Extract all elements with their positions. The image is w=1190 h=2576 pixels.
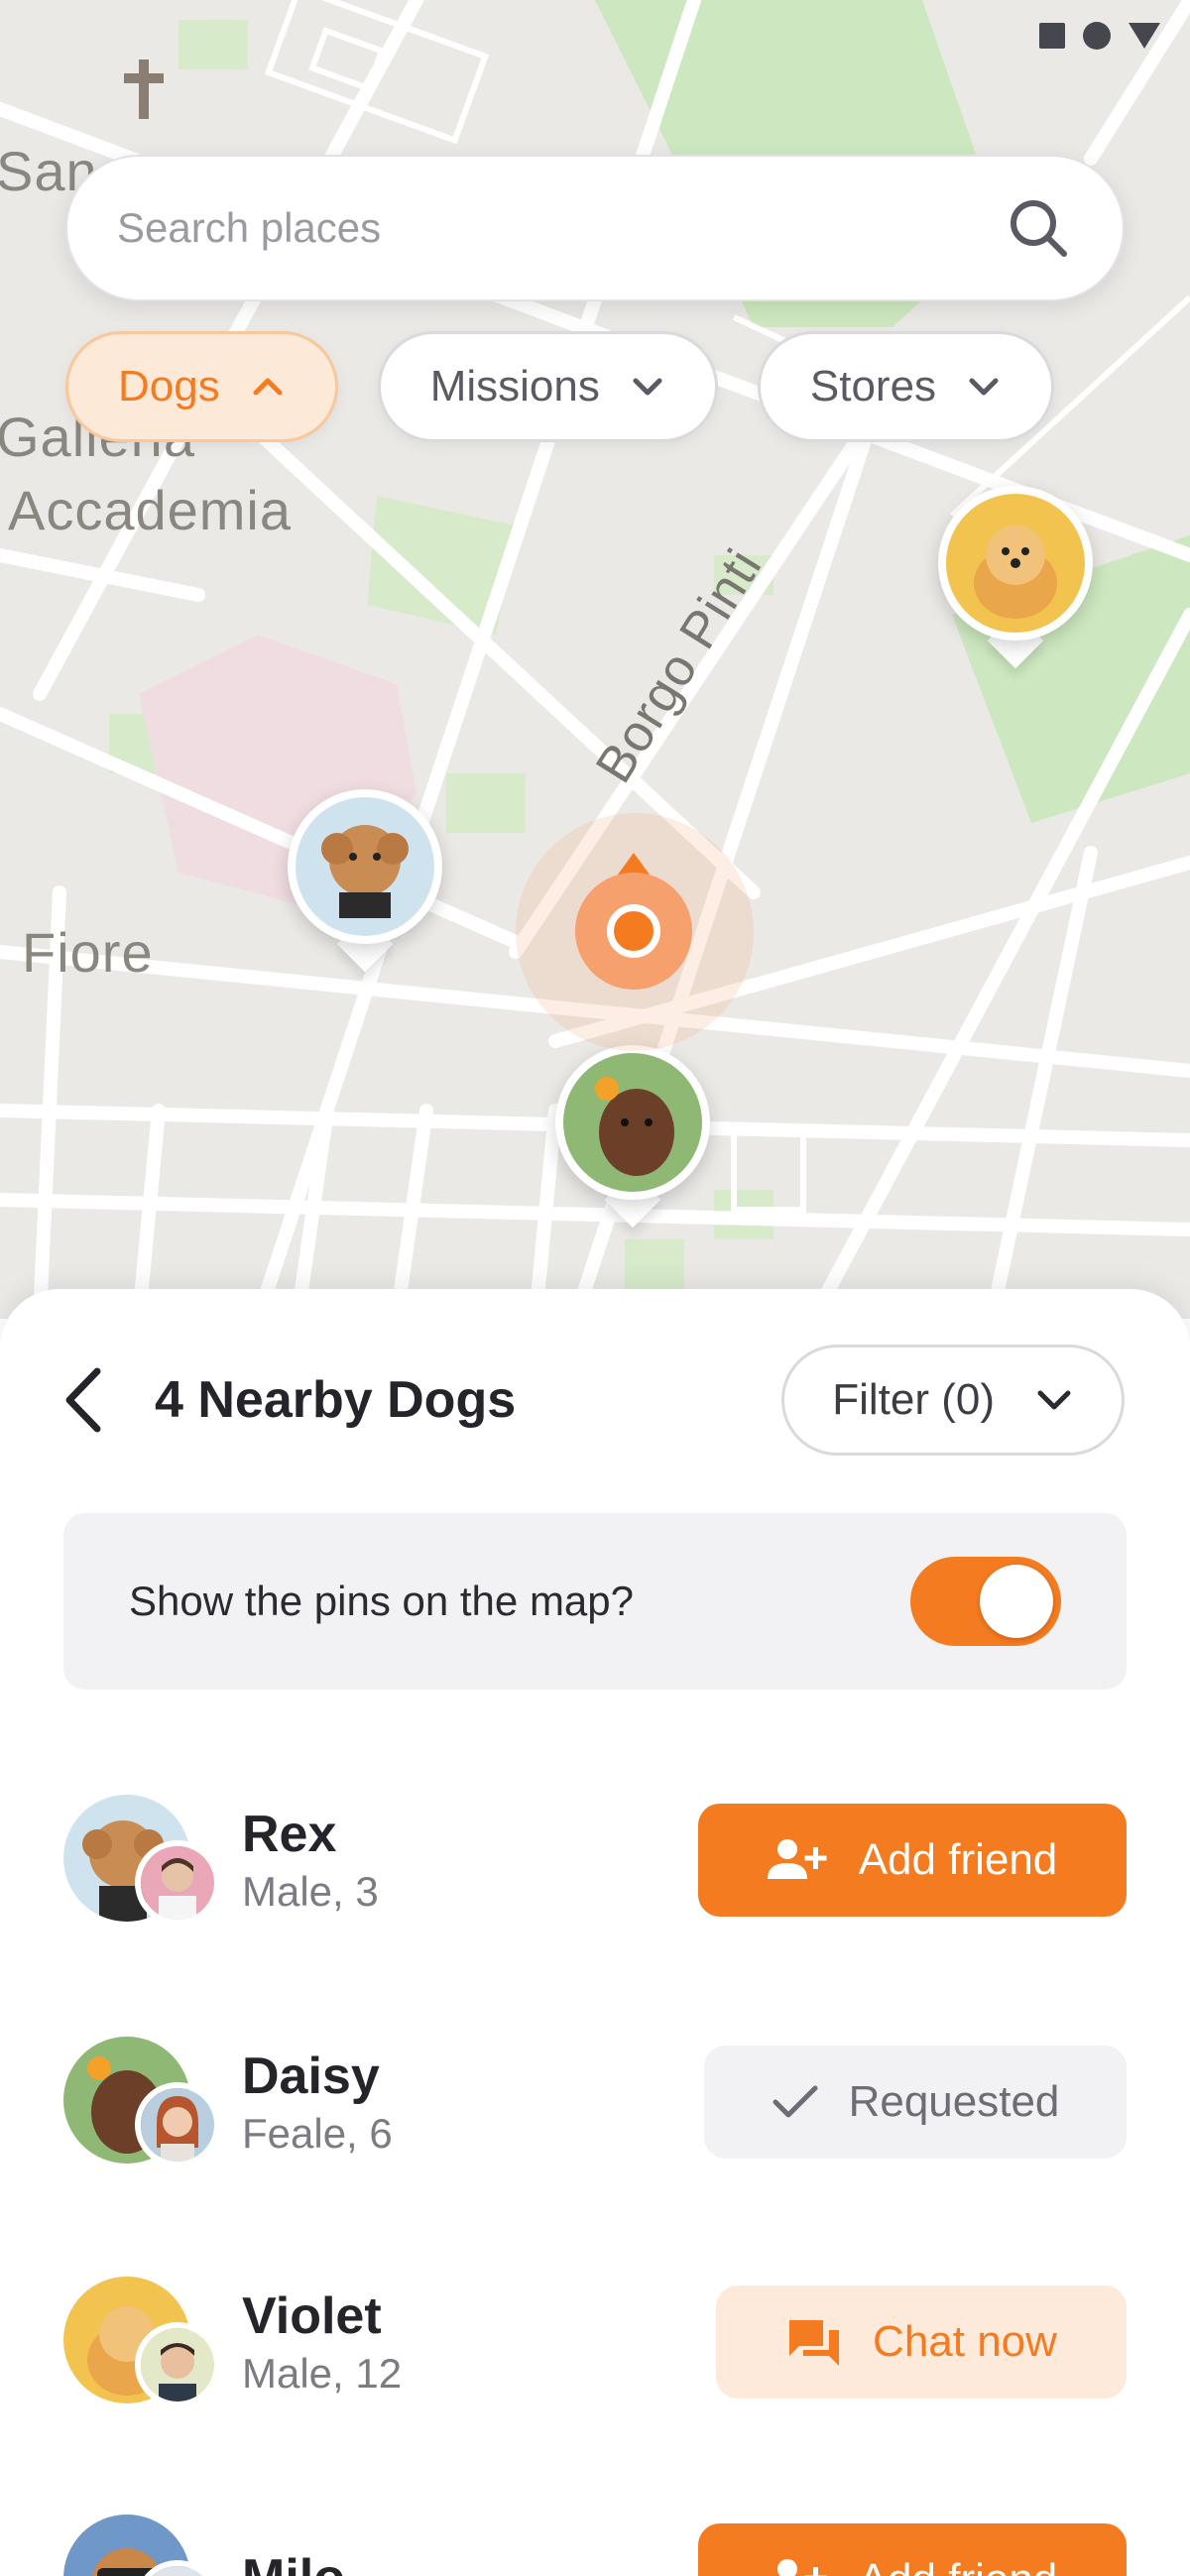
status-icons — [1039, 22, 1160, 50]
dog-photo-icon — [296, 797, 434, 936]
owner-avatar — [135, 2082, 220, 2167]
map-pin-violet[interactable] — [938, 486, 1093, 674]
list-item[interactable]: Rex Male, 3 Add friend — [63, 1791, 1127, 1930]
owner-avatar — [135, 2322, 220, 2407]
add-person-icon — [776, 2559, 827, 2576]
dog-info: Rex Male, 3 — [242, 1805, 698, 1916]
heading-arrow-icon — [618, 853, 650, 875]
chip-missions[interactable]: Missions — [377, 331, 718, 442]
map-view[interactable]: San Galleria Accademia Fiore Borgo Pinti… — [0, 0, 1190, 1319]
dog-photo-icon — [946, 494, 1085, 633]
list-item[interactable]: Milo Add friend — [63, 2511, 1127, 2576]
avatar-group — [63, 2511, 222, 2576]
show-pins-row: Show the pins on the map? — [63, 1513, 1127, 1690]
chip-stores[interactable]: Stores — [757, 331, 1055, 442]
map-pin-rex[interactable] — [288, 789, 442, 978]
dog-info: Violet Male, 12 — [242, 2286, 716, 2398]
chip-label: Stores — [809, 362, 937, 410]
dog-name: Daisy — [242, 2048, 380, 2105]
dog-meta: Feale, 6 — [242, 2110, 393, 2157]
dog-info: Milo — [242, 2548, 698, 2576]
map-label-accademia: Accademia — [8, 479, 293, 541]
my-location-marker — [516, 813, 754, 1051]
chat-now-button[interactable]: Chat now — [716, 2285, 1127, 2399]
back-button[interactable] — [60, 1360, 119, 1440]
dog-meta: Male, 3 — [242, 1868, 379, 1915]
chip-label: Missions — [429, 362, 600, 410]
dog-name: Rex — [242, 1806, 337, 1863]
sheet-header: 4 Nearby Dogs Filter (0) — [60, 1345, 1125, 1456]
chevron-down-icon — [633, 378, 662, 396]
search-icon[interactable] — [1004, 193, 1073, 263]
add-person-icon — [767, 1839, 827, 1879]
dog-info: Daisy Feale, 6 — [242, 2047, 704, 2158]
button-label: Requested — [848, 2077, 1060, 2126]
button-label: Chat now — [873, 2317, 1057, 2366]
filter-chips: Dogs Missions Stores — [65, 331, 1055, 442]
chevron-down-icon — [1037, 1390, 1071, 1410]
search-bar[interactable] — [65, 155, 1125, 301]
button-label: Add friend — [859, 2555, 1058, 2576]
filter-label: Filter (0) — [832, 1375, 995, 1424]
filter-button[interactable]: Filter (0) — [781, 1345, 1125, 1456]
chevron-left-icon — [65, 1367, 101, 1433]
sheet-title: 4 Nearby Dogs — [155, 1371, 517, 1429]
chip-dogs[interactable]: Dogs — [65, 331, 338, 442]
search-input[interactable] — [117, 204, 1004, 252]
dog-name: Violet — [242, 2287, 382, 2345]
dog-meta: Male, 12 — [242, 2350, 403, 2397]
map-pin-daisy[interactable] — [555, 1045, 710, 1233]
circle-icon — [1083, 22, 1111, 50]
add-friend-button[interactable]: Add friend — [698, 2523, 1127, 2576]
avatar-group — [63, 2273, 222, 2411]
chevron-up-icon — [253, 378, 283, 396]
show-pins-toggle[interactable] — [910, 1557, 1061, 1646]
avatar-group — [63, 2033, 222, 2171]
nearby-sheet: 4 Nearby Dogs Filter (0) Show the pins o… — [0, 1289, 1190, 2576]
chevron-down-icon — [969, 378, 999, 396]
list-item[interactable]: Daisy Feale, 6 Requested — [63, 2033, 1127, 2171]
map-label-fiore: Fiore — [22, 921, 154, 984]
button-label: Add friend — [858, 1835, 1058, 1884]
avatar-group — [63, 1791, 222, 1930]
check-icon — [773, 2085, 818, 2118]
square-icon — [1039, 23, 1065, 49]
chip-label: Dogs — [118, 362, 220, 410]
add-friend-button[interactable]: Add friend — [698, 1804, 1127, 1917]
list-item[interactable]: Violet Male, 12 Chat now — [63, 2273, 1127, 2411]
owner-avatar — [135, 1840, 220, 1926]
chat-icon — [789, 2320, 840, 2366]
dog-name: Milo — [242, 2548, 698, 2576]
triangle-icon — [1129, 23, 1160, 49]
show-pins-label: Show the pins on the map? — [129, 1578, 635, 1624]
dog-photo-icon — [563, 1053, 702, 1192]
requested-button[interactable]: Requested — [704, 2046, 1127, 2159]
